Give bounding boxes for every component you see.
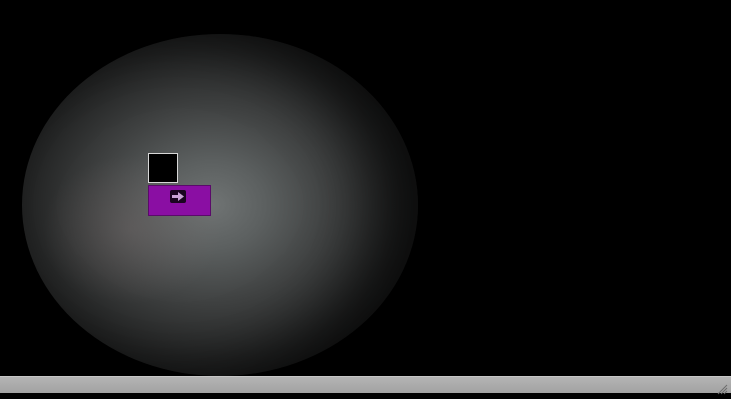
game-viewport[interactable] bbox=[0, 0, 731, 376]
status-bar bbox=[0, 376, 731, 395]
dark-tile[interactable] bbox=[148, 153, 178, 183]
spotlight-glow bbox=[22, 34, 418, 376]
arrow-right-icon bbox=[170, 190, 186, 203]
resize-grip-icon[interactable] bbox=[717, 380, 728, 395]
purple-tool-tile[interactable] bbox=[148, 185, 211, 216]
